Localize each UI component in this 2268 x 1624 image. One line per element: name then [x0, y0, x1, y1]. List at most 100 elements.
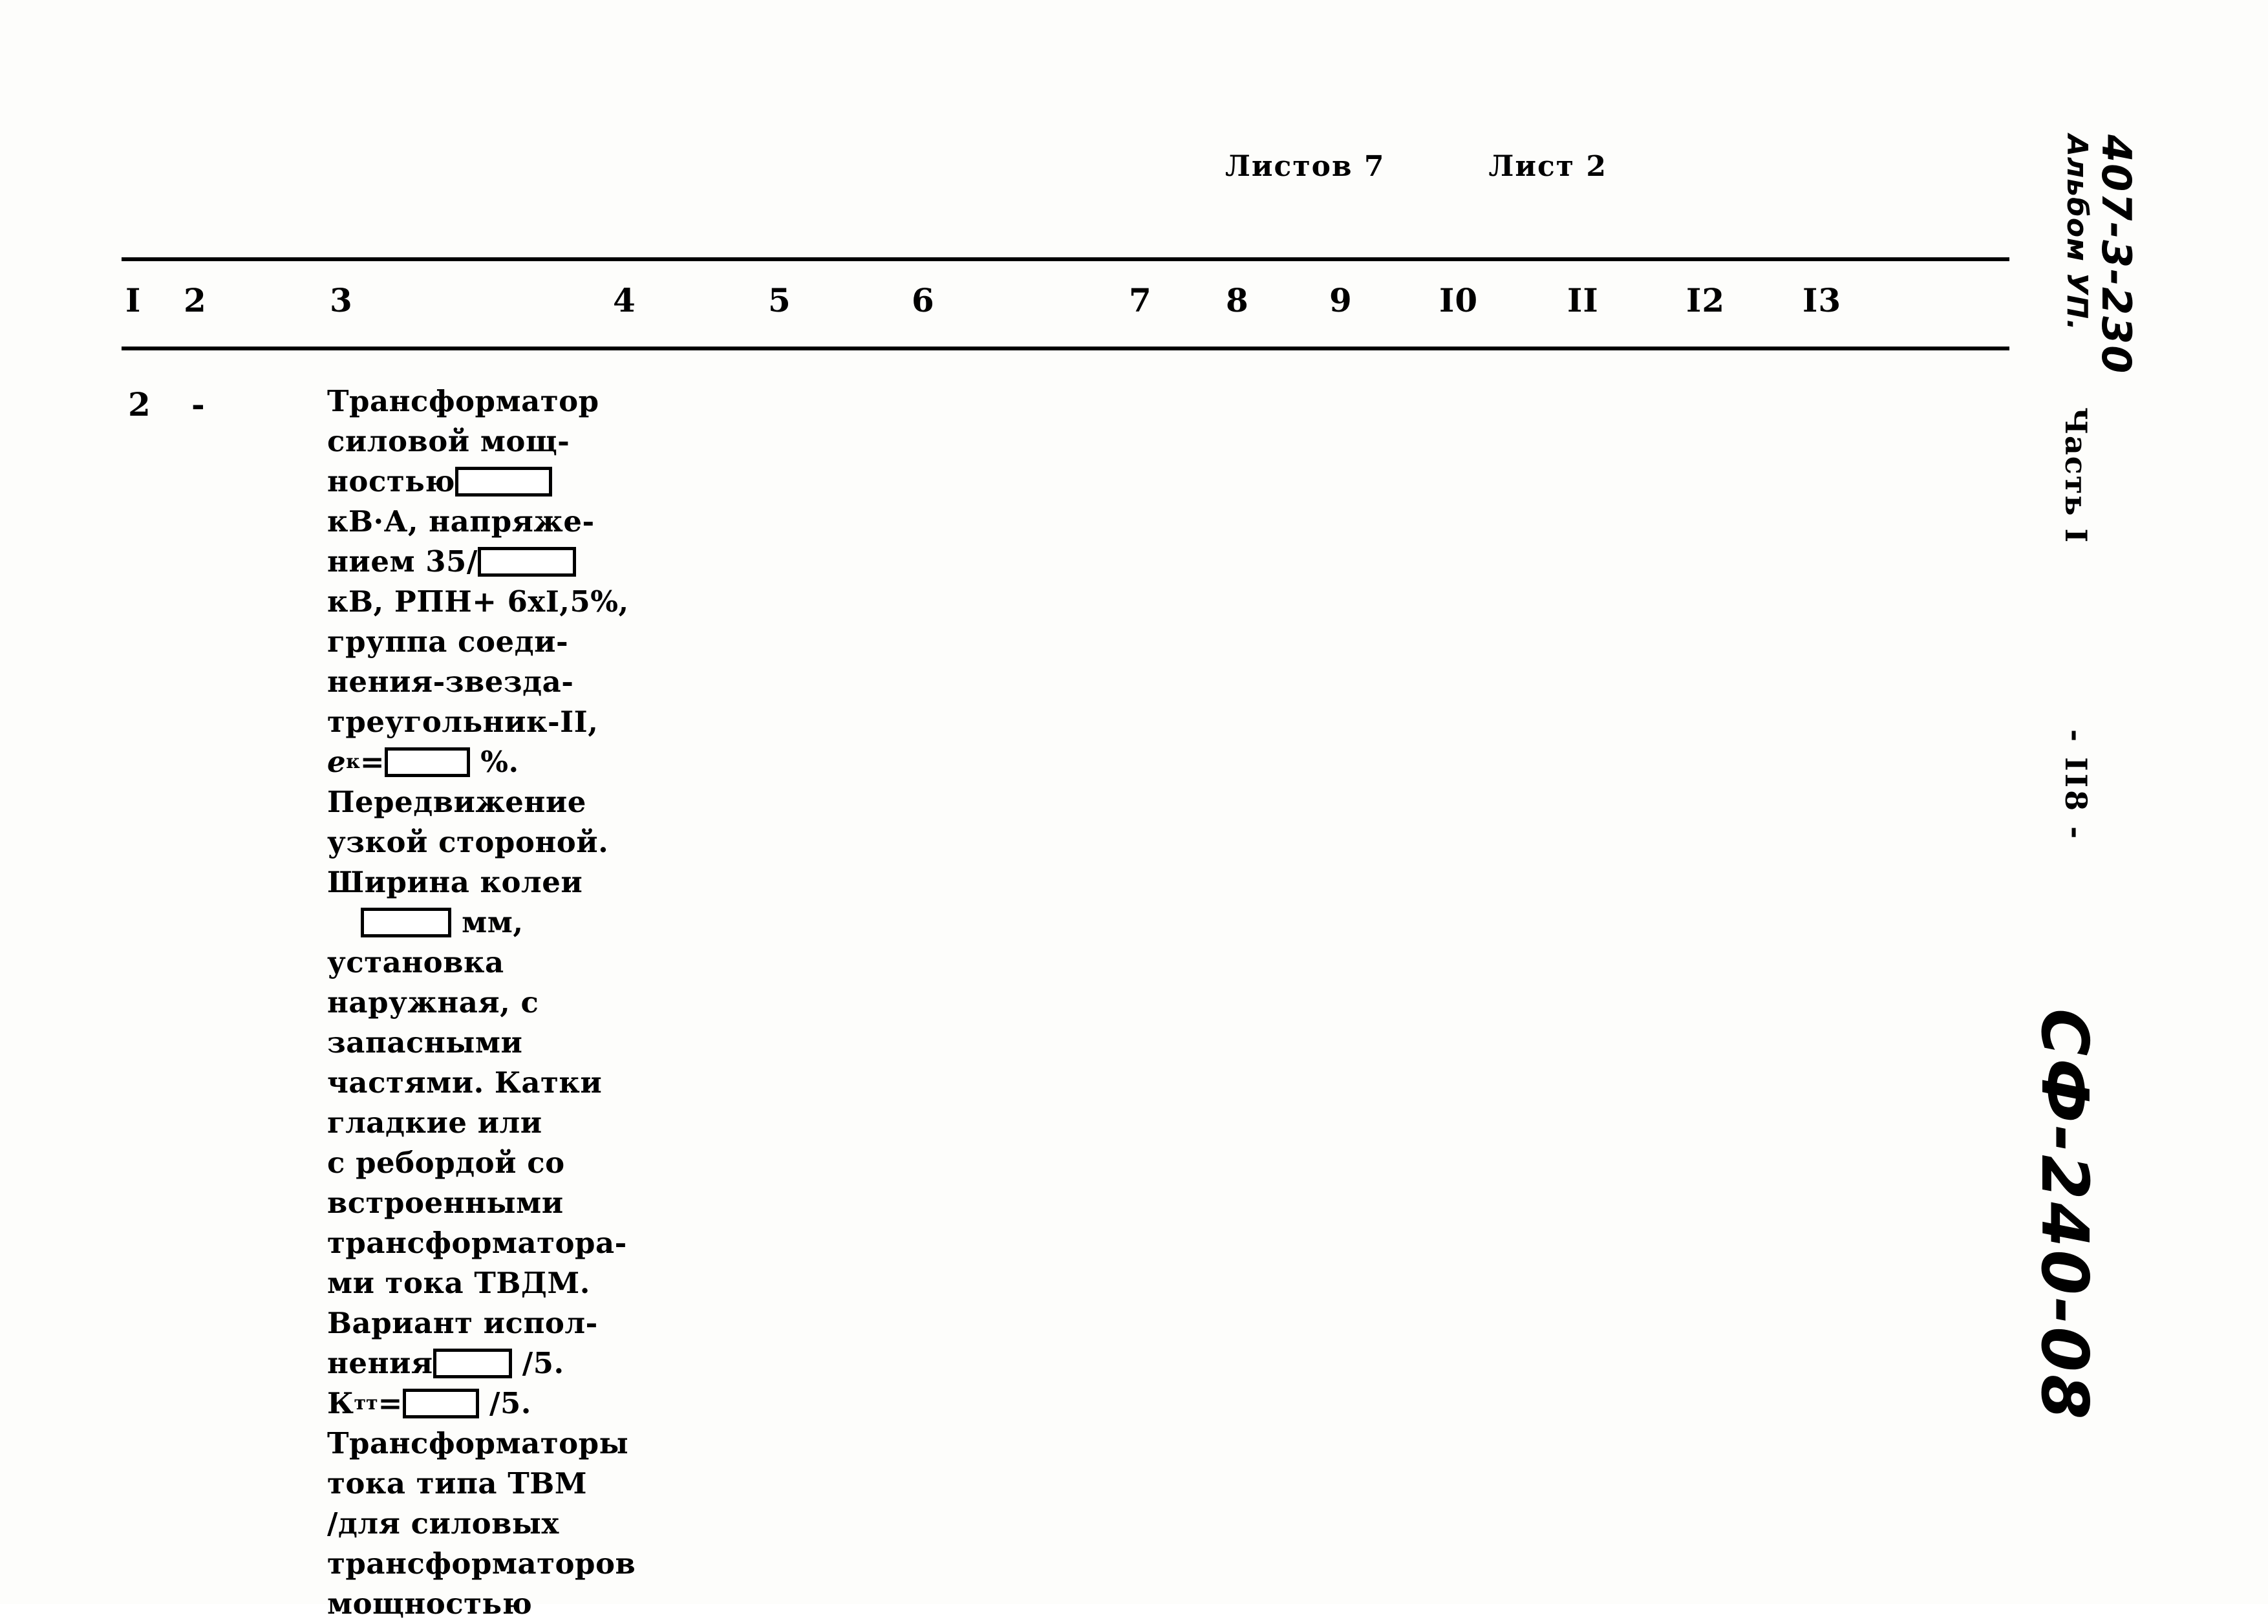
description-line: частями. Катки: [327, 1063, 663, 1103]
margin-album: Альбом УП.: [2060, 134, 2093, 331]
description-text: =: [378, 1386, 403, 1420]
column-header-3: 3: [330, 281, 353, 319]
description-line: силовой мощ-: [327, 422, 663, 462]
description-text: запасными: [327, 1025, 523, 1060]
description-text: с ребордой со: [327, 1146, 565, 1180]
column-header-9: 9: [1329, 281, 1353, 319]
sheet-header: Листов 7 Лист 2: [1225, 150, 1607, 183]
document-page: Листов 7 Лист 2 I 2 3 4 5 6 7 8 9 I0 II …: [0, 0, 2268, 1621]
description-text: кВ·А, напряже-: [327, 504, 595, 539]
description-line: /для силовых: [327, 1504, 663, 1544]
sheets-total-label: Листов 7: [1225, 150, 1385, 183]
description-text: Вариант испол-: [327, 1306, 598, 1340]
sheet-current-label: Лист 2: [1488, 150, 1607, 183]
description-line: e к = %.: [327, 742, 663, 782]
margin-project-code: 407-3-230: [2093, 134, 2140, 375]
description-line: ностью: [327, 462, 663, 502]
fill-in-box[interactable]: [402, 1389, 479, 1418]
description-text: Трансформатор: [327, 384, 599, 418]
fill-in-box[interactable]: [455, 467, 552, 497]
description-line: Ктт = /5.: [327, 1384, 663, 1424]
description-line: Передвижение: [327, 782, 663, 822]
description-text: ми тока ТВДМ.: [327, 1266, 590, 1300]
column-header-7: 7: [1129, 281, 1152, 319]
column-header-8: 8: [1226, 281, 1249, 319]
column-header-6: 6: [912, 281, 935, 319]
description-text: узкой стороной.: [327, 825, 609, 859]
fill-in-box[interactable]: [385, 747, 471, 777]
row-col1-value: 2: [128, 385, 151, 423]
description-text: частями. Катки: [327, 1065, 603, 1100]
table-column-header-row: I 2 3 4 5 6 7 8 9 I0 II I2 I3: [122, 281, 2009, 339]
margin-archive-code: СФ-240-08: [2027, 1009, 2102, 1422]
description-text: установка: [327, 945, 504, 979]
description-line: группа соеди-: [327, 622, 663, 662]
description-line: Ширина колеи: [327, 862, 663, 903]
description-line: с ребордой со: [327, 1143, 663, 1183]
description-line: Вариант испол-: [327, 1303, 663, 1343]
description-line: Трансформатор: [327, 381, 663, 422]
description-text: Передвижение: [327, 785, 586, 819]
description-line: мм,: [327, 903, 663, 943]
description-unit: мм,: [451, 905, 524, 939]
margin-page-number: - II8 -: [2059, 729, 2093, 842]
description-text: группа соеди-: [327, 625, 569, 659]
description-line: гладкие или: [327, 1103, 663, 1143]
description-text: нием 35/: [327, 544, 478, 579]
description-line: узкой стороной.: [327, 822, 663, 862]
description-text: силовой мощ-: [327, 424, 570, 458]
description-text: кВ, РПН+ 6хI,5%,: [327, 584, 629, 619]
fill-in-box[interactable]: [477, 547, 576, 577]
table-rule-bottom: [122, 347, 2009, 350]
description-text: тока типа ТВМ: [327, 1466, 588, 1501]
description-text: нения: [327, 1346, 433, 1380]
description-unit: /5.: [511, 1346, 564, 1380]
column-header-2: 2: [184, 281, 207, 319]
description-text: =: [359, 745, 385, 779]
description-line: трансформатора-: [327, 1223, 663, 1263]
column-header-5: 5: [768, 281, 791, 319]
description-line: наружная, с: [327, 983, 663, 1023]
column-header-11: II: [1567, 281, 1599, 319]
description-text: ностью: [327, 464, 455, 498]
fill-in-box[interactable]: [361, 908, 451, 937]
description-line: нием 35/: [327, 542, 663, 582]
margin-part: Часть I: [2059, 407, 2093, 544]
description-line: тока типа ТВМ: [327, 1464, 663, 1504]
description-text: /для силовых: [327, 1506, 559, 1541]
description-line: кВ·А, напряже-: [327, 502, 663, 542]
column-header-13: I3: [1803, 281, 1842, 319]
description-text: трансформатора-: [327, 1226, 627, 1260]
description-text: треугольник-II,: [327, 705, 599, 739]
column-header-10: I0: [1439, 281, 1479, 319]
description-text: нения-звезда-: [327, 665, 574, 699]
description-text: мощностью: [327, 1587, 533, 1621]
description-subscript: к: [346, 751, 360, 773]
description-text: наружная, с: [327, 985, 539, 1020]
description-line: ми тока ТВДМ.: [327, 1263, 663, 1303]
description-line: встроенными: [327, 1183, 663, 1223]
description-line: треугольник-II,: [327, 702, 663, 742]
description-text: Ширина колеи: [327, 865, 583, 899]
description-line: запасными: [327, 1023, 663, 1063]
description-unit: /5.: [478, 1386, 531, 1420]
row-col2-value: -: [191, 385, 205, 423]
description-line: кВ, РПН+ 6хI,5%,: [327, 582, 663, 622]
fill-in-box[interactable]: [433, 1349, 512, 1378]
description-unit: %.: [470, 745, 519, 779]
table-rule-top: [122, 257, 2009, 261]
description-line: нения /5.: [327, 1343, 663, 1384]
column-header-1: I: [125, 281, 142, 319]
row-col3-description: Трансформатор силовой мощ-ностью кВ·А, нап…: [327, 381, 663, 1624]
description-text: трансформаторов: [327, 1546, 636, 1581]
description-text: Трансформаторы: [327, 1426, 629, 1460]
description-line: Трансформаторы: [327, 1424, 663, 1464]
column-header-4: 4: [613, 281, 636, 319]
description-text: гладкие или: [327, 1106, 542, 1140]
description-line: нения-звезда-: [327, 662, 663, 702]
description-line: трансформаторов: [327, 1544, 663, 1584]
description-symbol: К: [327, 1386, 354, 1420]
description-subscript: тт: [354, 1392, 378, 1415]
description-line: мощностью: [327, 1584, 663, 1624]
description-line: установка: [327, 943, 663, 983]
